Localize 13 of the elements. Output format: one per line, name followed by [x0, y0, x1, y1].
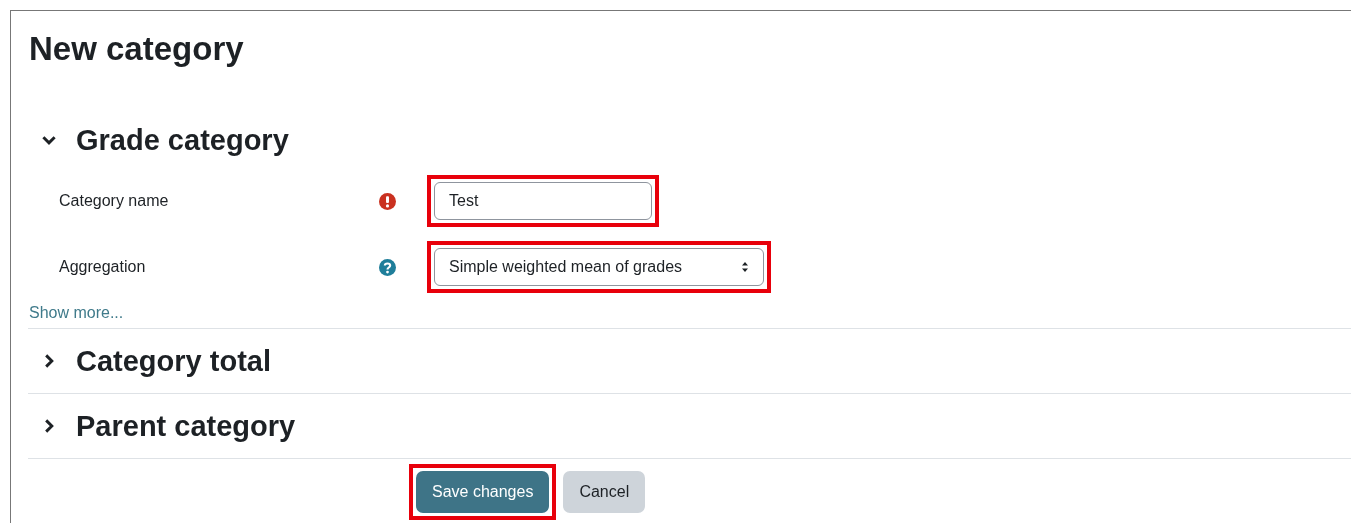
show-more-link[interactable]: Show more...: [29, 304, 124, 322]
field-label: Category name: [59, 192, 170, 210]
select-field[interactable]: Simple weighted mean of grades: [434, 248, 764, 286]
help-icon[interactable]: [379, 258, 396, 276]
field-label: Aggregation: [59, 258, 147, 276]
section-heading[interactable]: Parent category: [76, 409, 296, 443]
save-button[interactable]: Save changes: [416, 471, 550, 513]
text-field[interactable]: Test: [434, 182, 652, 220]
cancel-button[interactable]: Cancel: [563, 471, 646, 513]
section-heading[interactable]: Grade category: [76, 123, 289, 157]
page-title: New category: [29, 30, 244, 68]
sort-arrows-icon: [741, 261, 749, 273]
section-heading[interactable]: Category total: [76, 344, 271, 378]
